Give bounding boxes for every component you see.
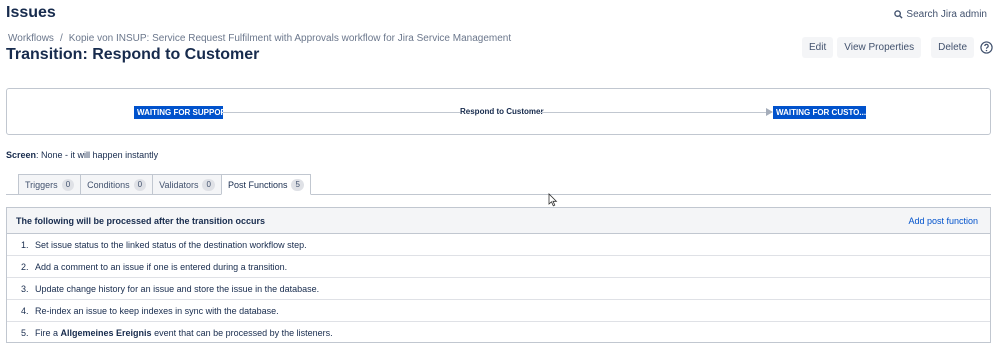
search-jira-admin-link[interactable]: Search Jira admin — [894, 9, 987, 20]
item-number: 5. — [21, 328, 29, 338]
item-number: 3. — [21, 283, 29, 294]
post-function-item: 2. Add a comment to an issue if one is e… — [7, 256, 990, 278]
header-actions: Edit View Properties Delete — [802, 37, 993, 58]
post-function-list: 1. Set issue status to the linked status… — [7, 234, 990, 344]
tab-label: Conditions — [87, 179, 130, 190]
delete-button[interactable]: Delete — [931, 37, 974, 58]
item-number: 2. — [21, 261, 29, 272]
edit-button[interactable]: Edit — [802, 37, 834, 58]
search-icon — [894, 10, 904, 19]
panel-heading: The following will be processed after th… — [16, 215, 266, 226]
tab-label: Post Functions — [227, 179, 288, 190]
page-header: Issues — [6, 4, 56, 21]
post-function-item: 5. Fire a Allgemeines Ereignis event tha… — [7, 322, 990, 344]
tab-conditions[interactable]: Conditions 0 — [80, 174, 153, 195]
screen-label: Screen — [6, 150, 37, 160]
panel-header: The following will be processed after th… — [7, 208, 990, 234]
mouse-cursor-icon — [548, 193, 558, 207]
tab-post-functions[interactable]: Post Functions 5 — [220, 174, 311, 195]
transition-diagram: WAITING FOR SUPPORT Respond to Customer … — [6, 88, 991, 135]
item-text: Add a comment to an issue if one is ente… — [35, 261, 288, 272]
tab-label: Validators — [159, 179, 199, 190]
tab-validators[interactable]: Validators 0 — [152, 174, 221, 195]
search-label: Search Jira admin — [906, 9, 987, 20]
item-number: 4. — [21, 305, 29, 316]
transition-label: Respond to Customer — [460, 107, 544, 116]
post-function-item: 3. Update change history for an issue an… — [7, 278, 990, 300]
breadcrumb-workflows[interactable]: Workflows — [8, 33, 54, 44]
help-icon[interactable] — [980, 41, 993, 54]
breadcrumb-workflow-name[interactable]: Kopie von INSUP: Service Request Fulfilm… — [69, 33, 511, 44]
screen-value: : None - it will happen instantly — [36, 150, 159, 160]
item-text: Set issue status to the linked status of… — [35, 239, 307, 250]
post-function-item: 4. Re-index an issue to keep indexes in … — [7, 300, 990, 322]
item-text-before: Fire a — [35, 328, 61, 338]
tab-label: Triggers — [25, 179, 58, 190]
tab-triggers[interactable]: Triggers 0 — [18, 174, 81, 195]
connector-line-right — [540, 112, 766, 113]
tab-bar: Triggers 0 Conditions 0 Validators 0 Pos… — [18, 174, 311, 195]
post-functions-panel: The following will be processed after th… — [6, 207, 991, 343]
tab-count-badge: 0 — [202, 178, 215, 191]
breadcrumb: Workflows / Kopie von INSUP: Service Req… — [8, 33, 511, 44]
page-title: Transition: Respond to Customer — [6, 46, 260, 63]
tab-count-badge: 5 — [291, 178, 304, 191]
tab-count-badge: 0 — [61, 178, 75, 191]
breadcrumb-separator: / — [59, 33, 63, 44]
arrow-right-icon — [766, 108, 773, 116]
screen-info: Screen: None - it will happen instantly — [6, 150, 158, 160]
item-number: 1. — [21, 239, 29, 250]
item-text: Update change history for an issue and s… — [35, 283, 320, 294]
add-post-function-link[interactable]: Add post function — [908, 216, 978, 226]
item-text: Re-index an issue to keep indexes in syn… — [35, 305, 279, 316]
from-status-lozenge[interactable]: WAITING FOR SUPPORT — [134, 106, 231, 119]
item-text: Fire a Allgemeines Ereignis event that c… — [35, 328, 333, 338]
to-status-lozenge[interactable]: WAITING FOR CUSTO... — [773, 106, 866, 119]
view-properties-button[interactable]: View Properties — [837, 37, 922, 58]
post-function-item: 1. Set issue status to the linked status… — [7, 234, 990, 256]
tab-count-badge: 0 — [133, 178, 147, 191]
event-name: Allgemeines Ereignis — [60, 328, 152, 338]
connector-line-left — [223, 112, 460, 113]
item-text-after: event that can be processed by the liste… — [151, 328, 333, 338]
